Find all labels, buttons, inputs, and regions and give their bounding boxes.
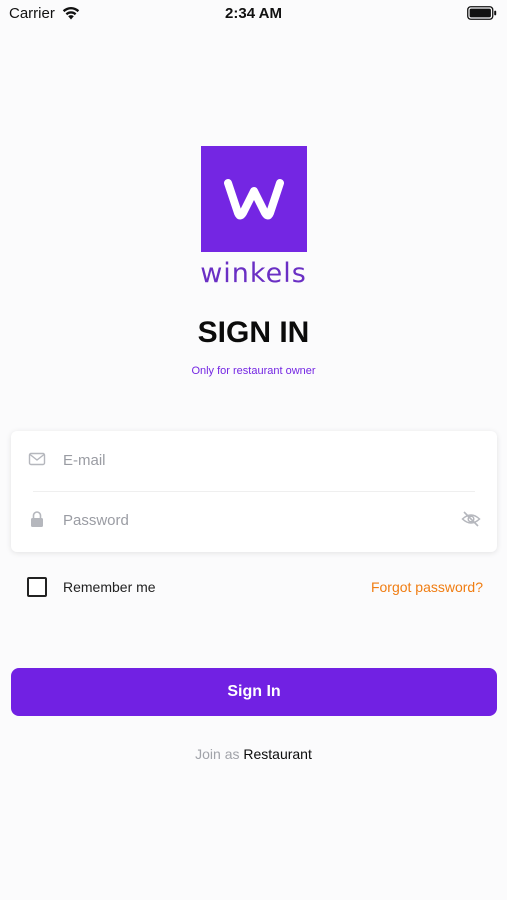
remember-checkbox[interactable] <box>27 577 47 597</box>
join-prefix: Join as <box>195 746 244 762</box>
password-input[interactable] <box>63 505 443 535</box>
password-field <box>11 491 497 551</box>
page-subtitle: Only for restaurant owner <box>191 365 316 377</box>
signin-screen: Carrier 2:34 AM winkels SIGN IN Only for… <box>0 0 507 900</box>
email-input[interactable] <box>63 445 443 475</box>
clock: 2:34 AM <box>225 5 282 22</box>
join-restaurant-link[interactable]: Restaurant <box>243 746 311 762</box>
email-field <box>11 431 497 492</box>
lock-icon <box>31 511 43 527</box>
page-title: SIGN IN <box>197 316 310 349</box>
join-row: Join as Restaurant <box>0 746 507 762</box>
remember-row: Remember me Forgot password? <box>0 576 507 600</box>
forgot-password-link[interactable]: Forgot password? <box>371 579 483 595</box>
signin-button[interactable]: Sign In <box>11 668 497 716</box>
battery-icon <box>467 6 497 20</box>
remember-label: Remember me <box>63 579 156 595</box>
logo-wordmark: winkels <box>200 258 307 289</box>
eye-off-icon[interactable] <box>461 510 481 528</box>
logo-w-mark <box>224 179 284 220</box>
status-bar: Carrier 2:34 AM <box>0 0 507 28</box>
app-logo <box>201 146 307 252</box>
mail-icon <box>28 452 46 466</box>
login-form-card <box>11 431 497 552</box>
